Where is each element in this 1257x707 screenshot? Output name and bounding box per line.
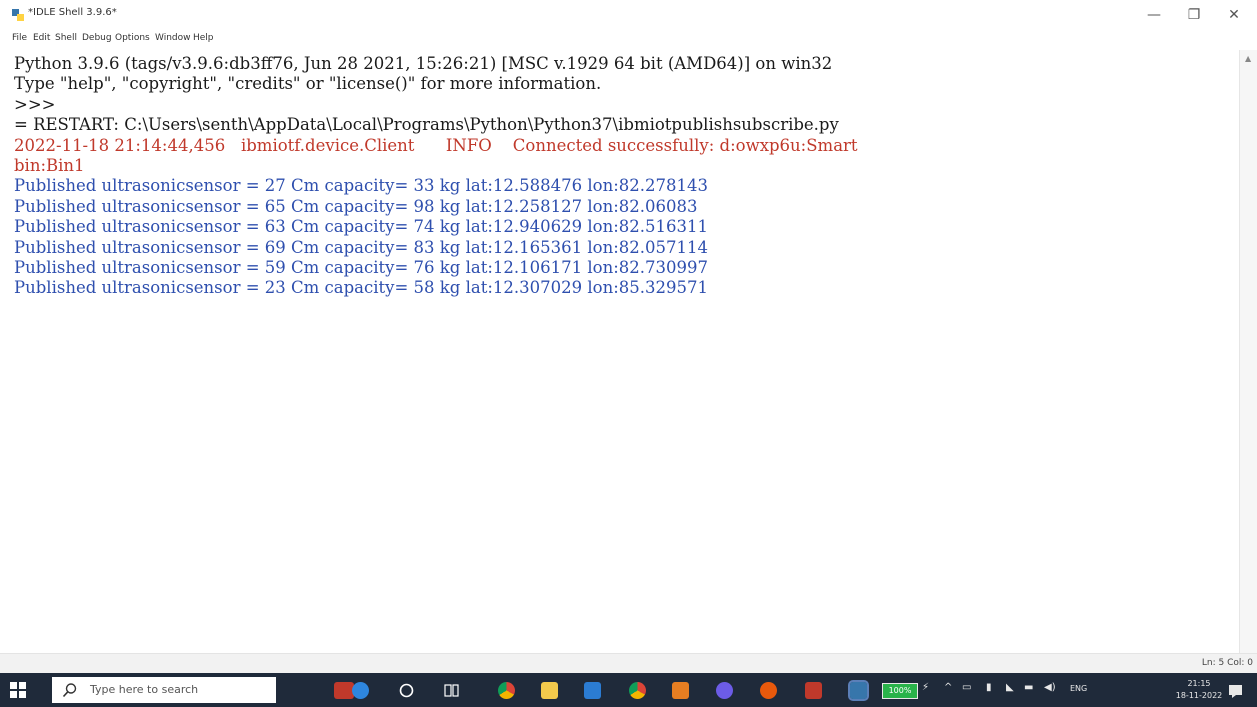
shell-line: Type "help", "copyright", "credits" or "… — [14, 74, 602, 94]
volume-icon[interactable]: ◀) — [1044, 682, 1056, 698]
shell-line: Published ultrasonicsensor = 69 Cm capac… — [14, 237, 708, 257]
idle-app-icon — [12, 9, 24, 21]
shell-line: = RESTART: C:\Users\senth\AppData\Local\… — [14, 115, 839, 135]
menu-help[interactable]: Help — [193, 33, 214, 43]
minimize-button[interactable]: — — [1136, 3, 1172, 27]
shell-line: Published ultrasonicsensor = 27 Cm capac… — [14, 176, 708, 196]
menu-shell[interactable]: Shell — [55, 33, 77, 43]
menu-options[interactable]: Options — [115, 33, 150, 43]
search-icon — [62, 683, 77, 698]
windows-start-icon[interactable] — [10, 682, 26, 698]
shell-line: Published ultrasonicsensor = 59 Cm capac… — [14, 258, 708, 277]
menu-edit[interactable]: Edit — [33, 33, 50, 43]
task-view-icon[interactable] — [443, 682, 460, 699]
cursor-position: Ln: 5 Col: 0 — [1201, 658, 1253, 668]
windows-taskbar: Type here to search 100% ⚡ ^ ▭ ▮ ◣ ▬ ◀) … — [0, 673, 1257, 707]
language-indicator[interactable]: ENG — [1070, 684, 1087, 700]
shell-line: Python 3.9.6 (tags/v3.9.6:db3ff76, Jun 2… — [14, 54, 833, 73]
clock-time: 21:15 — [1187, 679, 1211, 688]
close-button[interactable]: ✕ — [1216, 3, 1252, 27]
chrome-icon[interactable] — [498, 682, 515, 699]
scroll-up-arrow-icon[interactable]: ▲ — [1245, 54, 1251, 63]
menu-window[interactable]: Window — [155, 33, 191, 43]
maximize-button[interactable]: ❐ — [1176, 3, 1212, 27]
search-placeholder: Type here to search — [90, 683, 199, 696]
battery-indicator[interactable]: 100% — [882, 683, 918, 699]
news-widget-icon[interactable] — [334, 682, 354, 699]
shell-line: >>> — [14, 94, 61, 114]
teams-icon[interactable] — [716, 682, 733, 699]
shell-line: bin:Bin1 — [14, 156, 85, 175]
cortana-icon[interactable] — [398, 682, 415, 699]
status-bar: Ln: 5 Col: 0 — [0, 653, 1257, 674]
usb-icon[interactable]: ▮ — [986, 682, 992, 698]
app-icon-red[interactable] — [805, 682, 822, 699]
network-icon[interactable]: ▭ — [962, 682, 971, 698]
python-idle-taskbar-icon[interactable] — [848, 680, 869, 701]
notifications-icon[interactable] — [1227, 682, 1244, 699]
window-title: *IDLE Shell 3.9.6* — [28, 7, 117, 18]
shell-text-area[interactable]: Python 3.9.6 (tags/v3.9.6:db3ff76, Jun 2… — [12, 50, 1239, 653]
shell-line: Published ultrasonicsensor = 63 Cm capac… — [14, 217, 708, 237]
menu-file[interactable]: File — [12, 33, 27, 43]
firefox-icon[interactable] — [760, 682, 777, 699]
shell-line: Published ultrasonicsensor = 65 Cm capac… — [14, 196, 698, 216]
taskbar-search-box[interactable]: Type here to search — [52, 677, 276, 703]
vscode-icon[interactable] — [584, 682, 601, 699]
shell-line: Published ultrasonicsensor = 23 Cm capac… — [14, 278, 708, 298]
chevron-up-icon[interactable]: ^ — [944, 682, 952, 698]
clock[interactable]: 21:15 18-11-2022 — [1174, 678, 1224, 702]
file-explorer-icon[interactable] — [541, 682, 558, 699]
store-icon[interactable] — [672, 682, 689, 699]
vertical-scrollbar[interactable]: ▲ — [1239, 50, 1257, 653]
title-bar: *IDLE Shell 3.9.6* — ❐ ✕ — [0, 0, 1257, 30]
shell-line: 2022-11-18 21:14:44,456 ibmiotf.device.C… — [14, 135, 858, 155]
battery-icon[interactable]: ▬ — [1024, 682, 1033, 698]
clock-date: 18-11-2022 — [1175, 691, 1223, 700]
weather-widget-icon[interactable] — [352, 682, 369, 699]
menu-bar: File Edit Shell Debug Options Window Hel… — [0, 30, 1257, 48]
chrome-profile-icon[interactable] — [629, 682, 646, 699]
menu-debug[interactable]: Debug — [82, 33, 112, 43]
battery-plug-icon[interactable]: ⚡ — [922, 682, 929, 698]
wifi-icon[interactable]: ◣ — [1006, 682, 1014, 698]
